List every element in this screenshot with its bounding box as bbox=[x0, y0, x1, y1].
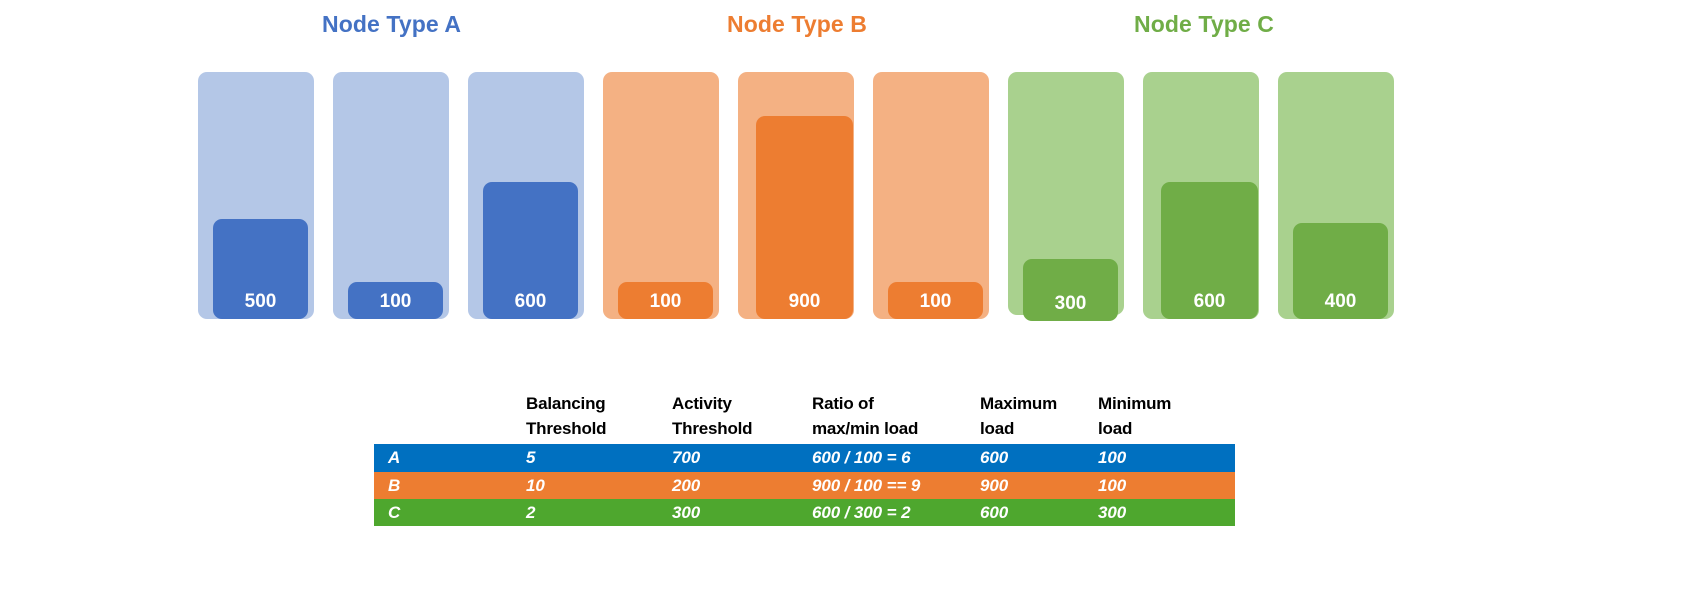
load-bar-a1[interactable]: 500 bbox=[213, 219, 308, 319]
cell-node: C bbox=[388, 502, 401, 522]
header-ratio-line1: Ratio of bbox=[812, 394, 874, 413]
bar-group-a: 600 bbox=[468, 72, 584, 319]
cell-maximum-load: 600 bbox=[980, 502, 1009, 522]
header-balancing-threshold-line1: Balancing bbox=[526, 394, 606, 413]
header-ratio-line2: max/min load bbox=[812, 418, 919, 438]
summary-table: Balancing Threshold Activity Threshold R… bbox=[374, 392, 1235, 527]
header-maximum-load: Maximum load bbox=[980, 392, 1098, 444]
load-value-b3: 100 bbox=[919, 291, 952, 312]
cell-minimum-load: 100 bbox=[1098, 448, 1127, 468]
header-activity-threshold-line1: Activity bbox=[672, 394, 732, 413]
header-minimum-load: Minimum load bbox=[1098, 392, 1235, 444]
header-maximum-load-line2: load bbox=[980, 418, 1015, 438]
bar-group-a: 500 bbox=[198, 72, 314, 319]
stats-table: Balancing Threshold Activity Threshold R… bbox=[374, 392, 1235, 527]
load-bar-b3[interactable]: 100 bbox=[888, 282, 983, 319]
bar-group-b: 900 bbox=[738, 72, 854, 319]
cell-activity-threshold: 300 bbox=[672, 502, 701, 522]
header-maximum-load-line1: Maximum bbox=[980, 394, 1058, 413]
header-activity-threshold: Activity Threshold bbox=[672, 392, 812, 444]
cell-balancing-threshold: 5 bbox=[526, 448, 536, 468]
cell-minimum-load: 100 bbox=[1098, 475, 1127, 495]
load-bar-b1[interactable]: 100 bbox=[618, 282, 713, 319]
group-title-b: Node Type B bbox=[727, 11, 867, 37]
load-value-b2: 900 bbox=[788, 291, 821, 312]
load-bar-b2[interactable]: 900 bbox=[756, 116, 853, 319]
cell-node: A bbox=[388, 448, 401, 468]
load-value-a1: 500 bbox=[244, 291, 277, 312]
table-header-row: Balancing Threshold Activity Threshold R… bbox=[374, 392, 1235, 444]
table-row[interactable]: B 10 200 900 / 100 == 9 900 100 bbox=[374, 471, 1235, 499]
bar-group-b: 100 bbox=[873, 72, 989, 319]
bar-group-c: 300 bbox=[1008, 72, 1124, 321]
group-title-a: Node Type A bbox=[322, 11, 462, 37]
load-value-b1: 100 bbox=[649, 291, 682, 312]
cell-ratio: 600 / 100 = 6 bbox=[812, 448, 911, 468]
group-title-c: Node Type C bbox=[1134, 11, 1274, 37]
load-bar-a2[interactable]: 100 bbox=[348, 282, 443, 319]
table-header: Balancing Threshold Activity Threshold R… bbox=[374, 392, 1235, 444]
header-ratio: Ratio of max/min load bbox=[812, 392, 980, 444]
table-row[interactable]: C 2 300 600 / 300 = 2 600 300 bbox=[374, 498, 1235, 527]
table-body: A 5 700 600 / 100 = 6 600 100 B 10 200 9… bbox=[374, 444, 1235, 527]
cell-ratio: 600 / 300 = 2 bbox=[812, 502, 911, 522]
load-value-a3: 600 bbox=[514, 291, 547, 312]
header-activity-threshold-line2: Threshold bbox=[672, 418, 753, 438]
cell-balancing-threshold: 10 bbox=[526, 475, 545, 495]
cell-ratio: 900 / 100 == 9 bbox=[812, 475, 921, 495]
table-row[interactable]: A 5 700 600 / 100 = 6 600 100 bbox=[374, 444, 1235, 472]
cell-minimum-load: 300 bbox=[1098, 502, 1127, 522]
cell-activity-threshold: 700 bbox=[672, 448, 701, 468]
load-bar-a3[interactable]: 600 bbox=[483, 182, 578, 319]
bar-group-a: 100 bbox=[333, 72, 449, 319]
bar-group-b: 100 bbox=[603, 72, 719, 319]
cell-maximum-load: 900 bbox=[980, 475, 1009, 495]
load-bar-c3[interactable]: 400 bbox=[1293, 223, 1388, 319]
header-node bbox=[374, 392, 526, 444]
bar-group-c: 400 bbox=[1278, 72, 1394, 319]
load-value-c3: 400 bbox=[1324, 291, 1357, 312]
cell-activity-threshold: 200 bbox=[672, 475, 701, 495]
load-value-a2: 100 bbox=[379, 291, 412, 312]
load-value-c2: 600 bbox=[1193, 291, 1226, 312]
load-bar-c2[interactable]: 600 bbox=[1161, 182, 1258, 319]
nested-bar-chart: Node Type A Node Type B Node Type C 500 … bbox=[0, 0, 1701, 345]
cell-balancing-threshold: 2 bbox=[526, 502, 536, 522]
cell-node: B bbox=[388, 475, 401, 495]
header-minimum-load-line2: load bbox=[1098, 418, 1133, 438]
header-minimum-load-line1: Minimum bbox=[1098, 394, 1172, 413]
bar-group-c: 600 bbox=[1143, 72, 1259, 319]
load-bar-c1[interactable]: 300 bbox=[1023, 259, 1118, 321]
header-balancing-threshold-line2: Threshold bbox=[526, 418, 607, 438]
load-value-c1: 300 bbox=[1054, 293, 1087, 314]
header-balancing-threshold: Balancing Threshold bbox=[526, 392, 672, 444]
cell-maximum-load: 600 bbox=[980, 448, 1009, 468]
